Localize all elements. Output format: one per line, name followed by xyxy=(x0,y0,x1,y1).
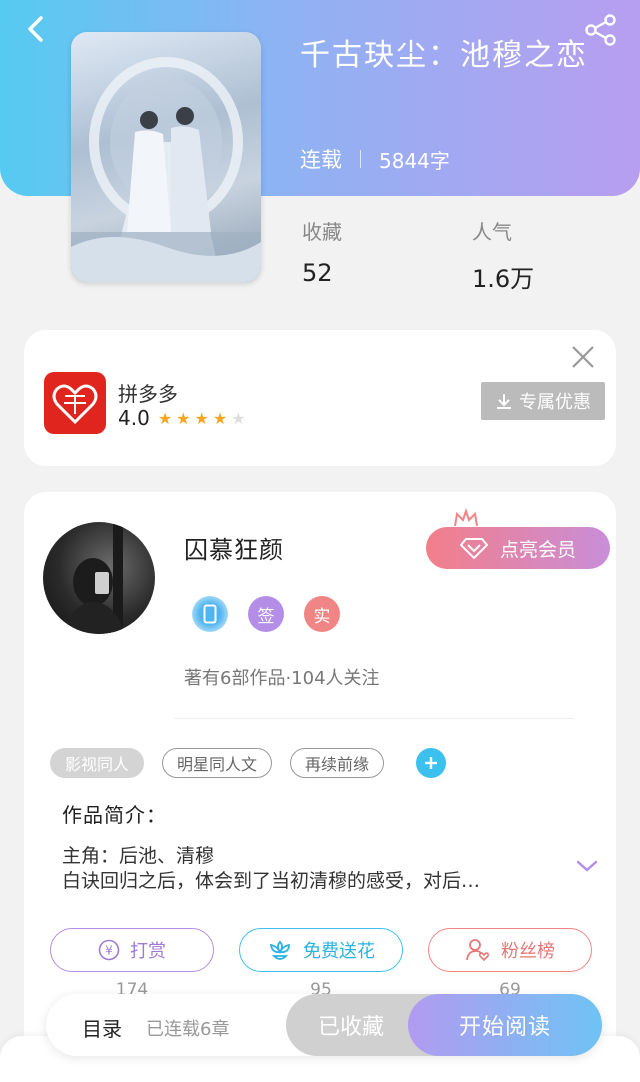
plus-icon xyxy=(425,757,438,769)
favorited-label: 已收藏 xyxy=(317,1015,384,1040)
ad-card[interactable]: 拼多多 4.0 ★★★★★ 专属优惠 xyxy=(24,330,616,466)
cover-artwork xyxy=(71,57,261,282)
star-empty-icon: ★ xyxy=(231,408,250,428)
popularity-label: 人气 xyxy=(472,220,512,244)
serial-status: 连载 xyxy=(300,148,342,172)
flower-icon xyxy=(267,938,293,962)
intro-text[interactable]: 主角：后池、清穆 白诀回归之后，体会到了当初清穆的感受，对后… xyxy=(62,844,562,894)
divider xyxy=(174,718,574,719)
reward-button[interactable]: ¥ 打赏 xyxy=(50,928,214,972)
star-icon: ★ xyxy=(212,408,232,428)
diamond-icon xyxy=(459,537,488,559)
favorites-label: 收藏 xyxy=(302,220,342,244)
send-flower-button[interactable]: 免费送花 xyxy=(239,928,403,972)
author-name[interactable]: 囚慕狂颜 xyxy=(184,530,284,565)
vip-label: 点亮会员 xyxy=(499,538,576,561)
fan-ranking-button[interactable]: 粉丝榜 xyxy=(428,928,592,972)
back-button[interactable] xyxy=(24,14,48,44)
download-icon xyxy=(497,394,511,409)
tag-item[interactable]: 影视同人 xyxy=(50,748,145,778)
intro-title: 作品简介： xyxy=(62,803,167,827)
expand-button[interactable] xyxy=(576,858,598,874)
user-heart-icon xyxy=(465,938,491,962)
send-flower-label: 免费送花 xyxy=(303,941,375,962)
chevron-down-icon xyxy=(576,860,598,872)
pinduoduo-logo-icon xyxy=(44,372,106,434)
tag-item[interactable]: 再续前缘 xyxy=(290,748,385,778)
popularity-stat: 人气 1.6万 xyxy=(472,216,534,294)
favorites-value: 52 xyxy=(302,259,333,287)
book-title: 千古玦尘：池穆之恋 xyxy=(300,38,588,73)
bottom-action-bar: 目录 已连载6章 已收藏 开始阅读 xyxy=(46,994,602,1056)
tag-list: 影视同人 明星同人文 再续前缘 xyxy=(50,748,447,778)
intro-line: 主角：后池、清穆 xyxy=(62,845,215,867)
avatar-image xyxy=(63,522,125,634)
tag-item[interactable]: 明星同人文 xyxy=(162,748,273,778)
star-icon: ★ xyxy=(194,408,213,428)
book-cover-image[interactable] xyxy=(71,32,261,282)
signed-author-badge: 签 xyxy=(248,596,284,632)
star-rating-icon: ★★★★★ xyxy=(158,409,250,428)
close-icon xyxy=(572,346,594,368)
author-stats: 著有6部作品·104人关注 xyxy=(184,668,380,689)
add-tag-button[interactable] xyxy=(416,748,447,778)
toc-button[interactable]: 目录 xyxy=(82,1013,122,1042)
favorites-stat: 收藏 52 xyxy=(302,216,342,287)
yen-coin-icon: ¥ xyxy=(98,939,120,961)
action-row: ¥ 打赏 免费送花 粉丝榜 xyxy=(50,928,594,972)
ad-offer-button[interactable]: 专属优惠 xyxy=(481,382,605,420)
ad-close-button[interactable] xyxy=(570,344,596,370)
real-name-badge: 实 xyxy=(304,596,340,632)
chapter-count[interactable]: 已连载6章 xyxy=(146,1015,229,1041)
start-reading-label: 开始阅读 xyxy=(458,1015,551,1040)
star-icon: ★ xyxy=(157,408,177,428)
author-avatar[interactable] xyxy=(43,522,155,634)
star-icon: ★ xyxy=(176,408,195,428)
ad-rating-value: 4.0 xyxy=(118,406,150,430)
phone-verified-icon xyxy=(192,596,228,632)
word-count: 5844字 xyxy=(379,148,450,173)
book-meta: 连载 5844字 xyxy=(300,144,450,174)
author-badges: 签 实 xyxy=(192,596,340,632)
activate-vip-button[interactable]: 点亮会员 xyxy=(426,527,610,569)
ad-rating: 4.0 ★★★★★ xyxy=(118,406,250,430)
meta-divider xyxy=(360,150,361,168)
fan-ranking-label: 粉丝榜 xyxy=(501,941,555,962)
ad-offer-label: 专属优惠 xyxy=(519,392,591,413)
reward-label: 打赏 xyxy=(130,941,166,962)
start-reading-button[interactable]: 开始阅读 xyxy=(408,994,602,1056)
svg-text:¥: ¥ xyxy=(105,944,113,958)
chevron-left-icon xyxy=(28,16,43,42)
intro-line: 白诀回归之后，体会到了当初清穆的感受，对后… xyxy=(62,870,481,892)
popularity-value: 1.6万 xyxy=(472,265,535,293)
ad-app-name: 拼多多 xyxy=(118,382,178,406)
